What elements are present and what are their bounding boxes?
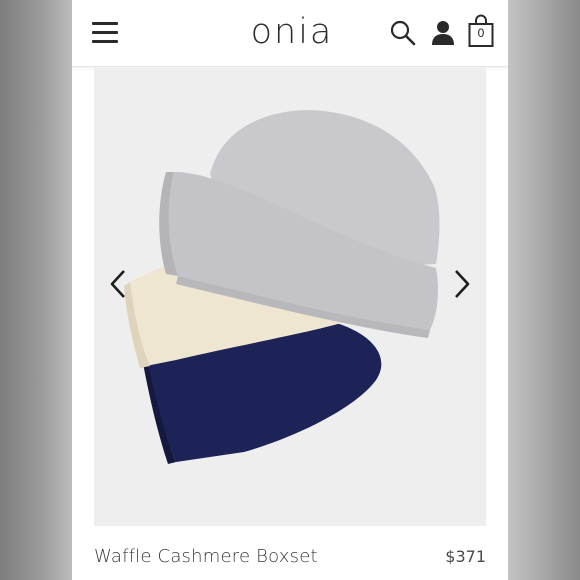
menu-button[interactable] <box>90 20 120 46</box>
carousel-prev-button[interactable] <box>106 268 130 300</box>
cart-button[interactable]: 0 <box>468 14 494 48</box>
product-page: onia 0 Waffle Cashmere Boxset $371 <box>72 0 508 580</box>
user-icon <box>432 21 454 45</box>
site-header: onia 0 <box>72 0 508 67</box>
carousel-next-button[interactable] <box>450 268 474 300</box>
chevron-right-icon <box>455 270 470 298</box>
menu-icon-bar-top <box>92 22 118 25</box>
cart-count-badge: 0 <box>477 26 485 40</box>
product-price: $371 <box>445 547 486 566</box>
brand-logo[interactable]: onia <box>242 9 342 55</box>
menu-icon-bar-bottom <box>92 40 118 43</box>
product-name[interactable]: Waffle Cashmere Boxset <box>94 546 318 567</box>
product-image <box>94 68 486 526</box>
search-button[interactable] <box>388 18 418 48</box>
product-info: Waffle Cashmere Boxset $371 <box>72 538 508 578</box>
chevron-left-icon <box>110 270 125 298</box>
account-button[interactable] <box>430 19 456 47</box>
menu-icon-bar-middle <box>92 31 118 34</box>
search-icon <box>390 20 416 46</box>
product-image-carousel[interactable] <box>94 68 486 526</box>
